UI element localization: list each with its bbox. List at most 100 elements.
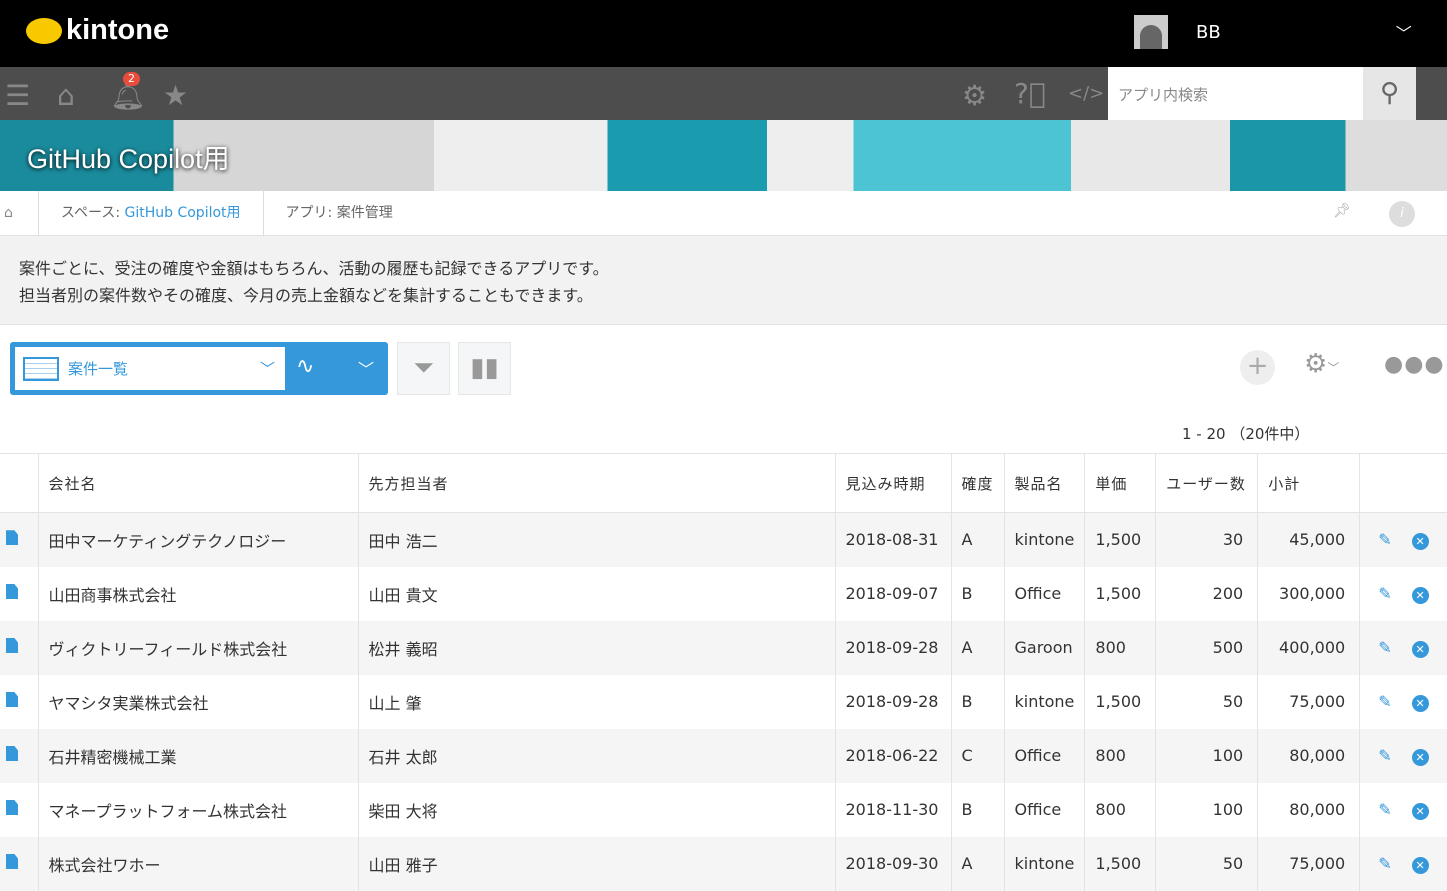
table-cell: 100 xyxy=(1155,728,1259,783)
table-cell: 400,000 xyxy=(1257,620,1361,675)
table-cell: Office xyxy=(1004,782,1086,837)
column-header[interactable]: 会社名 xyxy=(38,453,359,513)
breadcrumb-space: スペース: GitHub Copilot用 xyxy=(38,190,263,236)
info-icon[interactable]: i xyxy=(1389,201,1415,227)
column-header[interactable]: 先方担当者 xyxy=(358,453,836,513)
document-icon[interactable] xyxy=(6,584,18,599)
more-icon[interactable]: ●●● xyxy=(1384,352,1445,377)
document-icon[interactable] xyxy=(6,638,18,653)
document-icon[interactable] xyxy=(6,800,18,815)
star-icon[interactable]: ★ xyxy=(163,79,188,112)
search-input[interactable]: アプリ内検索 xyxy=(1108,67,1363,120)
table-cell: ヤマシタ実業株式会社 xyxy=(38,674,359,729)
edit-icon[interactable]: ✎ xyxy=(1378,530,1391,549)
chevron-down-icon[interactable]: ﹀ xyxy=(358,356,374,380)
edit-icon[interactable]: ✎ xyxy=(1378,746,1391,765)
view-name: 案件一覧 xyxy=(68,360,129,378)
column-header[interactable]: 製品名 xyxy=(1004,453,1086,513)
user-menu[interactable]: BB ﹀ xyxy=(1134,15,1412,49)
table-cell: 50 xyxy=(1155,674,1259,729)
column-header xyxy=(0,453,39,513)
delete-icon[interactable]: ✕ xyxy=(1411,856,1429,874)
global-header: kintone BB ﹀ xyxy=(0,0,1447,67)
gear-icon[interactable]: ⚙ xyxy=(962,79,987,112)
table-cell: C xyxy=(951,728,1005,783)
app-description: 案件ごとに、受注の確度や金額はもちろん、活動の履歴も記録できるアプリです。 担当… xyxy=(0,236,1447,325)
kintone-logo[interactable]: kintone xyxy=(26,14,169,47)
detail-cell[interactable] xyxy=(0,620,39,675)
delete-icon[interactable]: ✕ xyxy=(1411,640,1429,658)
table-row: ヤマシタ実業株式会社 山上 肇 2018-09-28 Bkintone 1,500 50 7… xyxy=(0,674,1447,729)
table-row: 石井精密機械工業 石井 太郎 2018-06-22 C Office 800 100 80,0… xyxy=(0,728,1447,783)
delete-icon[interactable]: ✕ xyxy=(1411,802,1429,820)
column-header[interactable]: 単価 xyxy=(1084,453,1157,513)
delete-icon[interactable]: ✕ xyxy=(1411,748,1429,766)
pin-icon[interactable]: 📌︎ xyxy=(1333,203,1351,219)
description-line: 案件ごとに、受注の確度や金額はもちろん、活動の履歴も記録できるアプリです。 xyxy=(19,259,609,278)
table-cell: 800 xyxy=(1084,620,1157,675)
delete-icon[interactable]: ✕ xyxy=(1411,586,1429,604)
table-row: マネープラットフォーム株式会社 柴田 大将 2018-11-30 B Office 800… xyxy=(0,782,1447,837)
help-icon[interactable]: ?⃝ xyxy=(1014,77,1046,110)
table-cell: 30 xyxy=(1155,512,1259,567)
space-prefix: スペース: xyxy=(61,204,125,221)
table-cell: 2018-08-31 xyxy=(835,512,952,567)
table-cell: マネープラットフォーム株式会社 xyxy=(38,782,359,837)
table-cell: 石井精密機械工業 xyxy=(38,728,359,783)
home-icon[interactable]: ⌂ xyxy=(57,79,75,112)
table-cell: Office xyxy=(1004,566,1086,621)
delete-icon[interactable]: ✕ xyxy=(1411,694,1429,712)
chart-button[interactable]: ▮▮ xyxy=(458,342,511,395)
edit-icon[interactable]: ✎ xyxy=(1378,584,1391,603)
table-cell: 2018-09-28 xyxy=(835,620,952,675)
column-header[interactable]: ユーザー数 xyxy=(1155,453,1259,513)
table-cell: 100 xyxy=(1155,782,1259,837)
chevron-down-icon: ﹀ xyxy=(259,360,275,378)
notification-badge: 2 xyxy=(123,72,140,86)
edit-icon[interactable]: ✎ xyxy=(1378,692,1391,711)
filter-button[interactable]: ⏷ xyxy=(397,342,450,395)
table-cell: 50 xyxy=(1155,836,1259,891)
table-cell: 山田商事株式会社 xyxy=(38,566,359,621)
graph-icon[interactable]: ∿ xyxy=(296,354,314,379)
table-cell: 松井 義昭 xyxy=(358,620,836,675)
table-cell: A xyxy=(951,620,1005,675)
funnel-icon: ⏷ xyxy=(413,353,434,383)
description-line: 担当者別の案件数やその確度、今月の売上金額などを集計することもできます。 xyxy=(19,286,593,305)
document-icon[interactable] xyxy=(6,746,18,761)
menu-icon[interactable]: ☰ xyxy=(5,79,30,112)
add-record-button[interactable]: + xyxy=(1240,350,1275,385)
detail-cell[interactable] xyxy=(0,512,39,567)
column-header[interactable]: 確度 xyxy=(951,453,1005,513)
table-cell: 80,000 xyxy=(1257,782,1361,837)
delete-icon[interactable]: ✕ xyxy=(1411,532,1429,550)
code-icon[interactable]: </> xyxy=(1068,83,1104,104)
space-link[interactable]: GitHub Copilot用 xyxy=(125,205,241,221)
table-cell: 75,000 xyxy=(1257,674,1361,729)
detail-cell[interactable] xyxy=(0,728,39,783)
search-button[interactable]: ⚲ xyxy=(1363,67,1416,120)
document-icon[interactable] xyxy=(6,530,18,546)
column-header[interactable]: 小計 xyxy=(1257,453,1361,513)
edit-icon[interactable]: ✎ xyxy=(1378,854,1391,873)
home-icon[interactable]: ⌂ xyxy=(0,205,38,221)
table-cell: 柴田 大将 xyxy=(358,782,836,837)
table-cell: 1,500 xyxy=(1084,566,1157,621)
table-cell: B xyxy=(951,674,1005,729)
column-header[interactable]: 見込み時期 xyxy=(835,453,952,513)
table-cell: 2018-06-22 xyxy=(835,728,952,783)
edit-icon[interactable]: ✎ xyxy=(1378,638,1391,657)
view-selector[interactable]: 案件一覧 ﹀ ∿ ﹀ xyxy=(10,342,388,395)
edit-icon[interactable]: ✎ xyxy=(1378,800,1391,819)
breadcrumb: ⌂ スペース: GitHub Copilot用 アプリ: 案件管理 📌︎ i xyxy=(0,190,1447,236)
detail-cell[interactable] xyxy=(0,566,39,621)
toolbar: 案件一覧 ﹀ ∿ ﹀ ⏷ ▮▮ + ⚙﹀ ●●● 1 - 20 （20件中） xyxy=(0,325,1447,453)
table-row: 山田商事株式会社 山田 貴文 2018-09-07 B Office 1,500 200 30… xyxy=(0,566,1447,621)
detail-cell[interactable] xyxy=(0,836,39,891)
document-icon[interactable] xyxy=(6,854,18,869)
detail-cell[interactable] xyxy=(0,782,39,837)
user-name: BB xyxy=(1196,21,1221,43)
document-icon[interactable] xyxy=(6,692,18,707)
detail-cell[interactable] xyxy=(0,674,39,729)
app-settings-button[interactable]: ⚙﹀ xyxy=(1304,349,1339,379)
